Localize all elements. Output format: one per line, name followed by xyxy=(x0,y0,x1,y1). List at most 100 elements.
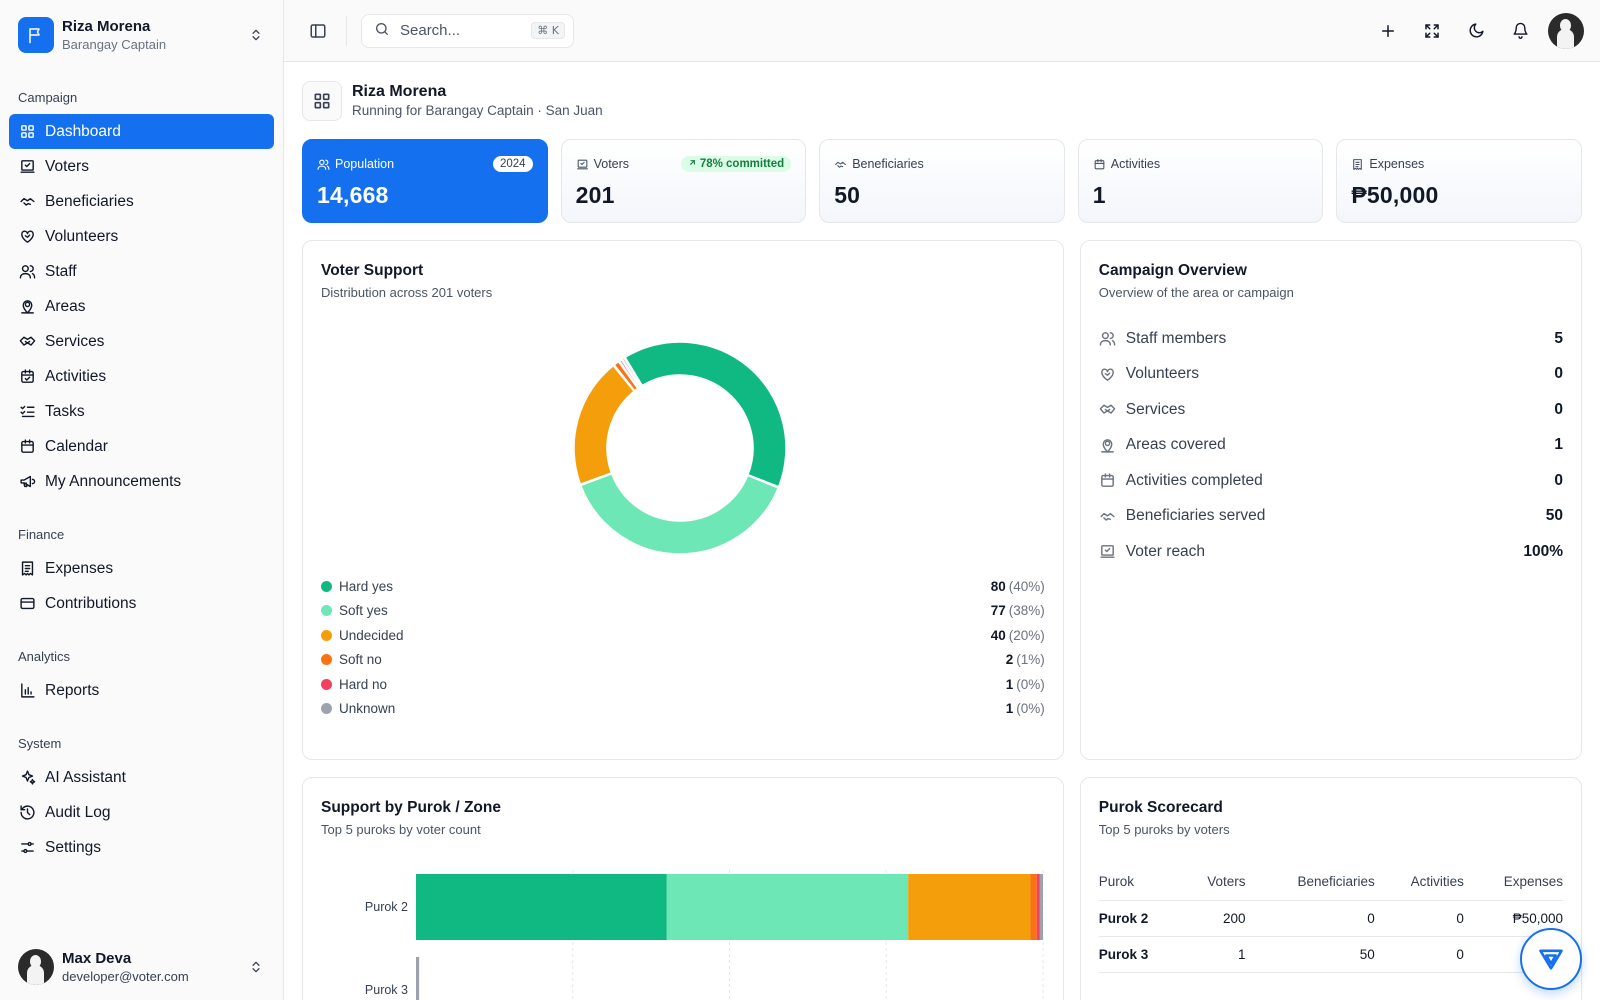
legend-swatch xyxy=(321,580,332,592)
assistant-fab-button[interactable] xyxy=(1520,928,1582,990)
sidebar-item-label: Tasks xyxy=(45,402,85,420)
legend-value: 2 xyxy=(1005,652,1014,668)
donut-slice-undecided[interactable] xyxy=(573,364,636,486)
legend-value: 1 xyxy=(1005,676,1014,692)
stat-value: ₱50,000 xyxy=(1351,182,1439,208)
bar-segment-hard-no[interactable] xyxy=(1036,874,1040,940)
stat-value: 50 xyxy=(834,182,861,208)
legend-item: Soft no 2 (1%) xyxy=(321,648,1045,673)
card-title: Support by Purok / Zone xyxy=(321,799,501,816)
sidebar-item-label: Reports xyxy=(45,681,100,699)
bar-segment-unknown[interactable] xyxy=(1039,874,1043,940)
donut-slice-soft-yes[interactable] xyxy=(579,472,780,555)
legend-item: Hard no 1 (0%) xyxy=(321,672,1045,697)
table-header: Expenses xyxy=(1463,864,1563,901)
overview-value: 100% xyxy=(1523,542,1563,560)
sidebar-item-beneficiaries[interactable]: Beneficiaries xyxy=(9,184,274,219)
table-row[interactable]: Purok 3 1 50 0 xyxy=(1098,936,1563,973)
sidebar-item-expenses[interactable]: Expenses xyxy=(9,551,274,586)
stacked-bar-chart: Purok 2 Purok 3 xyxy=(321,870,1045,1000)
plus-icon[interactable] xyxy=(1372,15,1404,47)
stat-badge: 78% committed xyxy=(680,156,792,172)
sidebar-item-settings[interactable]: Settings xyxy=(9,830,274,865)
bell-icon[interactable] xyxy=(1504,15,1536,47)
history-icon xyxy=(18,804,36,822)
user-menu[interactable]: Max Deva developer@voter.com xyxy=(0,946,283,988)
stat-badge-text: 78% committed xyxy=(699,158,785,170)
sidebar-item-activities[interactable]: Activities xyxy=(9,359,274,394)
chevrons-up-down-icon[interactable] xyxy=(247,958,265,976)
sidebar-item-reports[interactable]: Reports xyxy=(9,673,274,708)
stat-card-expenses[interactable]: Expenses ₱50,000 xyxy=(1336,139,1582,223)
sidebar-item-label: Audit Log xyxy=(45,803,111,821)
sidebar-item-voters[interactable]: Voters xyxy=(9,149,274,184)
section-analytics: Analytics xyxy=(18,649,71,664)
table-cell: Purok 3 xyxy=(1098,936,1182,973)
sliders-icon xyxy=(18,839,36,857)
legend-item: Soft yes 77 (38%) xyxy=(321,599,1045,624)
legend-label: Soft yes xyxy=(339,603,388,619)
stat-card-beneficiaries[interactable]: Beneficiaries 50 xyxy=(819,139,1065,223)
stat-card-population[interactable]: Population 2024 14,668 xyxy=(302,139,548,223)
overview-label: Areas covered xyxy=(1125,436,1226,454)
scorecard-table: Purok Voters Beneficiaries Activities Expens… xyxy=(1098,864,1563,973)
bar-segment-undecided[interactable] xyxy=(908,874,1031,940)
overview-item: Services 0 xyxy=(1099,392,1563,428)
overview-label: Services xyxy=(1125,400,1186,418)
calendar-icon xyxy=(1099,472,1117,490)
table-header: Purok xyxy=(1098,864,1182,901)
donut-slice-hard-yes[interactable] xyxy=(624,341,787,488)
sidebar-item-staff[interactable]: Staff xyxy=(9,254,274,289)
sparkles-icon xyxy=(18,769,36,787)
bar-segment-hard-yes[interactable] xyxy=(416,874,667,940)
sidebar: Riza Morena Barangay Captain Campaign Da… xyxy=(0,0,284,1000)
org-switcher[interactable]: Riza Morena Barangay Captain xyxy=(0,0,283,70)
sidebar-item-label: AI Assistant xyxy=(45,768,126,786)
sidebar-item-dashboard[interactable]: Dashboard xyxy=(9,114,274,149)
bar-segment-soft-yes[interactable] xyxy=(666,874,909,940)
sidebar-item-audit-log[interactable]: Audit Log xyxy=(9,795,274,830)
legend-percent: (0%) xyxy=(1016,701,1045,717)
overview-label: Staff members xyxy=(1125,329,1227,347)
stat-card-voters[interactable]: Voters 78% committed 201 xyxy=(560,139,807,223)
avatar[interactable] xyxy=(1548,12,1584,49)
table-row[interactable]: Purok 2 200 0 0 ₱50,000 xyxy=(1098,900,1563,937)
sidebar-item-my-announcements[interactable]: My Announcements xyxy=(9,464,274,499)
sidebar-toggle-icon[interactable] xyxy=(302,15,334,47)
overview-value: 50 xyxy=(1545,507,1563,525)
handshake-icon xyxy=(1099,507,1117,525)
table-cell: 0 xyxy=(1374,936,1464,973)
overview-item: Areas covered 1 xyxy=(1099,428,1563,464)
fullscreen-icon[interactable] xyxy=(1416,15,1448,47)
overview-value: 0 xyxy=(1554,365,1563,383)
sidebar-item-volunteers[interactable]: Volunteers xyxy=(9,219,274,254)
legend-percent: (1%) xyxy=(1016,652,1045,668)
receipt-icon xyxy=(18,560,36,578)
search-shortcut: ⌘ K xyxy=(531,22,565,39)
search-input[interactable]: Search... ⌘ K xyxy=(361,13,574,48)
chevrons-up-down-icon[interactable] xyxy=(247,26,265,44)
nav-analytics: Reports xyxy=(0,673,283,708)
sidebar-item-tasks[interactable]: Tasks xyxy=(9,394,274,429)
moon-icon[interactable] xyxy=(1460,15,1492,47)
bar-segment-unknown[interactable] xyxy=(416,957,420,1000)
card-subtitle: Overview of the area or campaign xyxy=(1098,285,1294,300)
legend-label: Unknown xyxy=(339,701,396,717)
sidebar-item-areas[interactable]: Areas xyxy=(9,289,274,324)
stat-card-activities[interactable]: Activities 1 xyxy=(1077,139,1324,223)
table-cell: 1 xyxy=(1181,936,1246,973)
table-cell: 0 xyxy=(1245,900,1375,937)
overview-item: Voter reach 100% xyxy=(1099,534,1563,570)
sidebar-item-ai-assistant[interactable]: AI Assistant xyxy=(9,760,274,795)
legend-swatch xyxy=(321,678,332,690)
sidebar-item-contributions[interactable]: Contributions xyxy=(9,586,274,621)
sidebar-item-label: Settings xyxy=(45,838,102,856)
brand-logo-icon xyxy=(1539,949,1563,970)
sidebar-item-services[interactable]: Services xyxy=(9,324,274,359)
handshake-alt-icon xyxy=(1099,401,1117,419)
bar-segment-soft-no[interactable] xyxy=(1030,874,1037,940)
sidebar-item-calendar[interactable]: Calendar xyxy=(9,429,274,464)
overview-value: 5 xyxy=(1554,329,1563,347)
legend-swatch xyxy=(321,629,332,641)
stat-value: 14,668 xyxy=(317,182,389,208)
